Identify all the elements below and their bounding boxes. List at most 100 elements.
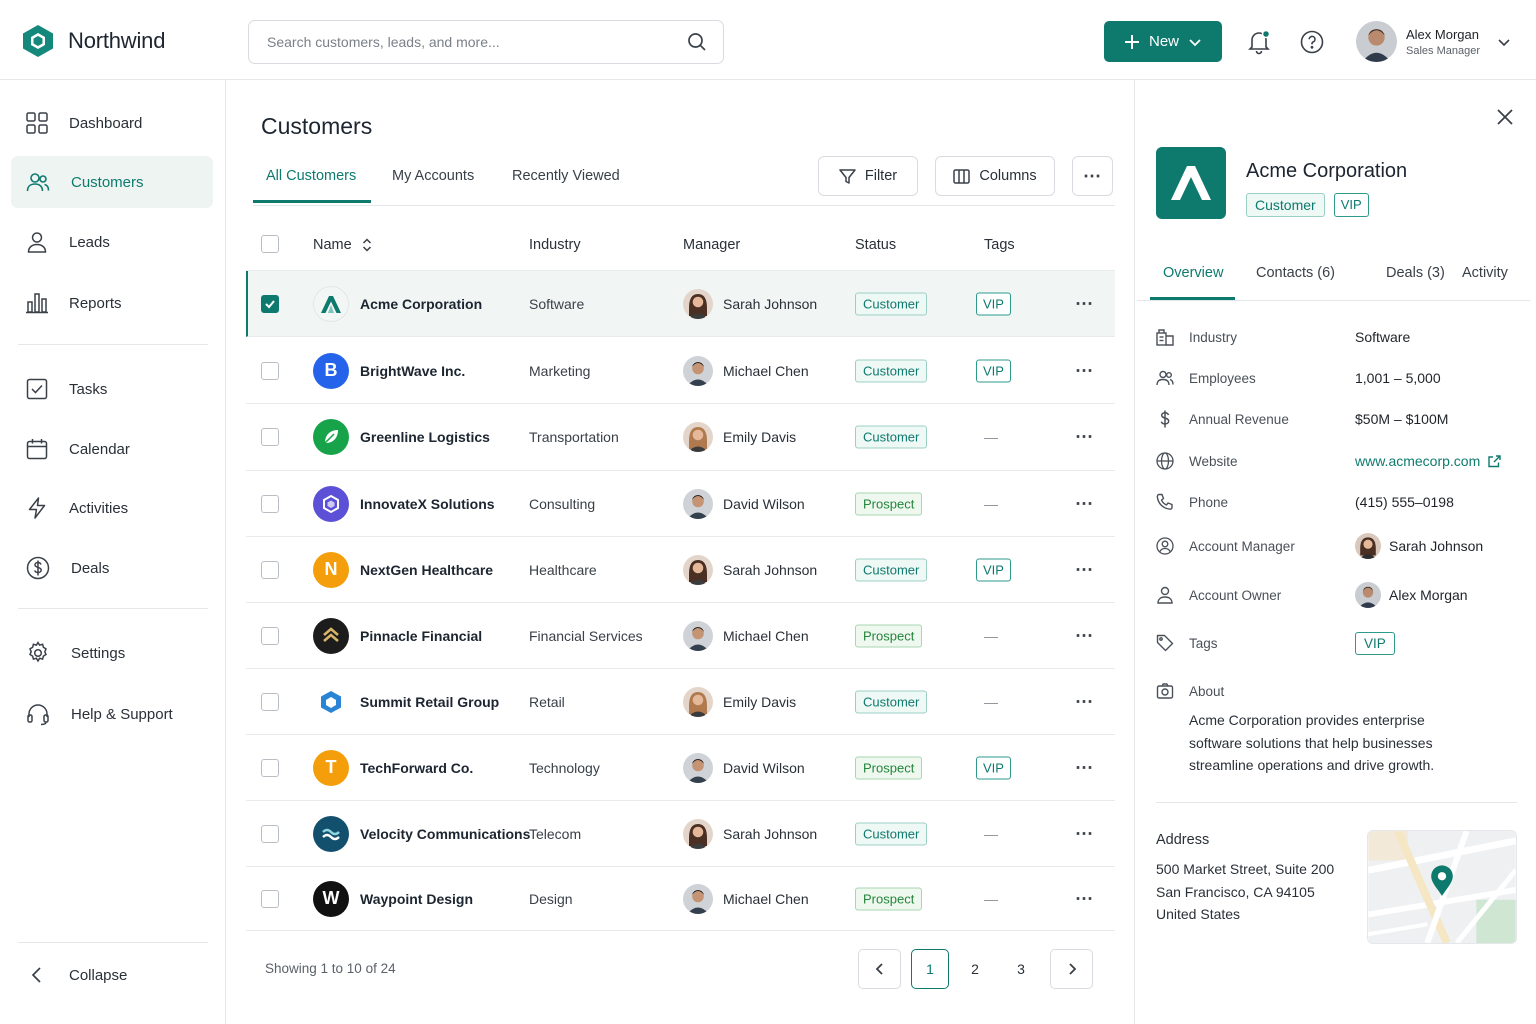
new-button[interactable]: New (1104, 21, 1222, 62)
manager-cell: Michael Chen (683, 883, 809, 914)
table-row[interactable]: Greenline Logistics Transportation Emily D… (246, 404, 1115, 471)
user-menu[interactable]: Alex Morgan Sales Manager (1356, 21, 1511, 62)
row-checkbox[interactable] (261, 758, 279, 777)
search-input[interactable] (267, 34, 687, 50)
tab-recently-viewed[interactable]: Recently Viewed (512, 168, 620, 184)
field-label: Industry (1189, 329, 1238, 345)
column-header-name[interactable]: Name (313, 237, 372, 253)
page-button-1[interactable]: 1 (911, 949, 949, 989)
tab-all-customers[interactable]: All Customers (266, 168, 356, 184)
search-icon[interactable] (687, 32, 707, 52)
row-checkbox[interactable] (261, 692, 279, 711)
sidebar-item-dashboard[interactable]: Dashboard (11, 97, 213, 149)
row-checkbox[interactable] (261, 560, 279, 579)
previous-page-button[interactable] (858, 949, 901, 989)
tab-contacts[interactable]: Contacts (6) (1256, 265, 1335, 281)
field-value: Alex Morgan (1389, 587, 1468, 603)
sidebar-item-label: Customers (71, 173, 144, 191)
row-actions-icon[interactable]: ⋯ (1075, 427, 1094, 448)
row-actions-icon[interactable]: ⋯ (1075, 559, 1094, 580)
company-logo-icon: W (313, 880, 349, 917)
manager-name: Sarah Johnson (723, 561, 818, 578)
row-checkbox[interactable] (261, 361, 279, 380)
row-checkbox[interactable] (261, 428, 279, 446)
help-button[interactable] (1296, 26, 1328, 58)
row-checkbox[interactable] (261, 889, 279, 908)
industry-cell: Consulting (529, 495, 596, 512)
collapse-sidebar-button[interactable]: Collapse (11, 949, 213, 1001)
users-icon (1156, 370, 1174, 386)
company-name[interactable]: Velocity Communications (360, 826, 530, 842)
company-name[interactable]: Waypoint Design (360, 891, 473, 907)
sidebar-item-settings[interactable]: Settings (11, 627, 213, 679)
tab-my-accounts[interactable]: My Accounts (392, 168, 474, 184)
row-actions-icon[interactable]: ⋯ (1075, 360, 1094, 381)
sidebar-item-customers[interactable]: Customers (11, 156, 213, 208)
table-row[interactable]: T TechForward Co. Technology David Wilson Pr… (246, 735, 1115, 801)
location-map[interactable] (1367, 830, 1517, 944)
company-name[interactable]: Acme Corporation (360, 296, 482, 312)
website-link[interactable]: www.acmecorp.com (1355, 453, 1501, 469)
row-checkbox[interactable] (261, 494, 279, 513)
sidebar-item-activities[interactable]: Activities (11, 482, 213, 534)
row-actions-icon[interactable]: ⋯ (1075, 625, 1094, 646)
filter-button[interactable]: Filter (818, 156, 918, 196)
column-header-industry[interactable]: Industry (529, 237, 581, 253)
table-row[interactable]: Pinnacle Financial Financial Services Mich… (246, 603, 1115, 669)
company-name[interactable]: Summit Retail Group (360, 694, 499, 710)
tab-overview[interactable]: Overview (1163, 265, 1223, 281)
table-row[interactable]: B BrightWave Inc. Marketing Michael Chen Cus… (246, 338, 1115, 404)
sidebar-item-help-support[interactable]: Help & Support (11, 688, 213, 740)
company-name[interactable]: Greenline Logistics (360, 429, 490, 445)
status-badge: Customer (855, 558, 928, 581)
row-checkbox[interactable] (261, 294, 279, 313)
notifications-button[interactable] (1243, 26, 1275, 58)
sidebar-item-deals[interactable]: Deals (11, 542, 213, 594)
table-row[interactable]: InnovateX Solutions Consulting David Wilso… (246, 471, 1115, 537)
company-name[interactable]: NextGen Healthcare (360, 562, 493, 578)
row-actions-icon[interactable]: ⋯ (1075, 493, 1094, 514)
table-row[interactable]: N NextGen Healthcare Healthcare Sarah Johns… (246, 537, 1115, 603)
close-icon[interactable] (1494, 106, 1516, 128)
sidebar-item-leads[interactable]: Leads (11, 216, 213, 268)
user-icon (1157, 586, 1173, 604)
industry-cell: Transportation (529, 429, 619, 445)
about-text: Acme Corporation provides enterprise sof… (1189, 712, 1435, 773)
dashboard-grid-icon (26, 112, 48, 134)
field-value: Software (1355, 329, 1411, 345)
row-actions-icon[interactable]: ⋯ (1075, 293, 1094, 314)
row-actions-icon[interactable]: ⋯ (1075, 757, 1094, 778)
company-logo-icon (313, 683, 349, 720)
sidebar-item-tasks[interactable]: Tasks (11, 363, 213, 415)
next-page-button[interactable] (1050, 949, 1093, 989)
tab-deals[interactable]: Deals (3) (1386, 265, 1445, 281)
sidebar-item-reports[interactable]: Reports (11, 277, 213, 329)
more-options-button[interactable]: ⋯ (1072, 156, 1113, 196)
company-name[interactable]: Pinnacle Financial (360, 628, 482, 644)
tab-activity[interactable]: Activity (1462, 265, 1508, 281)
row-actions-icon[interactable]: ⋯ (1075, 691, 1094, 712)
row-checkbox[interactable] (261, 824, 279, 843)
row-actions-icon[interactable]: ⋯ (1075, 823, 1094, 844)
page-button-3[interactable]: 3 (1001, 949, 1041, 989)
sidebar-item-calendar[interactable]: Calendar (11, 423, 213, 475)
table-row[interactable]: Velocity Communications Telecom Sarah John… (246, 801, 1115, 867)
company-logo (1156, 147, 1226, 219)
table-row[interactable]: W Waypoint Design Design Michael Chen Prospe… (246, 867, 1115, 931)
company-name[interactable]: InnovateX Solutions (360, 496, 495, 512)
row-actions-icon[interactable]: ⋯ (1075, 888, 1094, 909)
table-row[interactable]: Acme Corporation Software Sarah Johnson Cus… (246, 271, 1115, 337)
company-name[interactable]: BrightWave Inc. (360, 363, 465, 379)
column-header-tags[interactable]: Tags (984, 237, 1015, 253)
column-header-status[interactable]: Status (855, 237, 896, 253)
row-checkbox[interactable] (261, 626, 279, 645)
global-search[interactable] (248, 20, 724, 64)
page-button-2[interactable]: 2 (955, 949, 995, 989)
company-name[interactable]: TechForward Co. (360, 760, 473, 776)
table-row[interactable]: Summit Retail Group Retail Emily Davis Cust… (246, 669, 1115, 735)
select-all-checkbox[interactable] (261, 235, 279, 253)
app-logo[interactable]: Northwind (22, 24, 165, 58)
column-header-manager[interactable]: Manager (683, 237, 740, 253)
columns-button[interactable]: Columns (935, 156, 1055, 196)
check-icon (265, 299, 275, 308)
